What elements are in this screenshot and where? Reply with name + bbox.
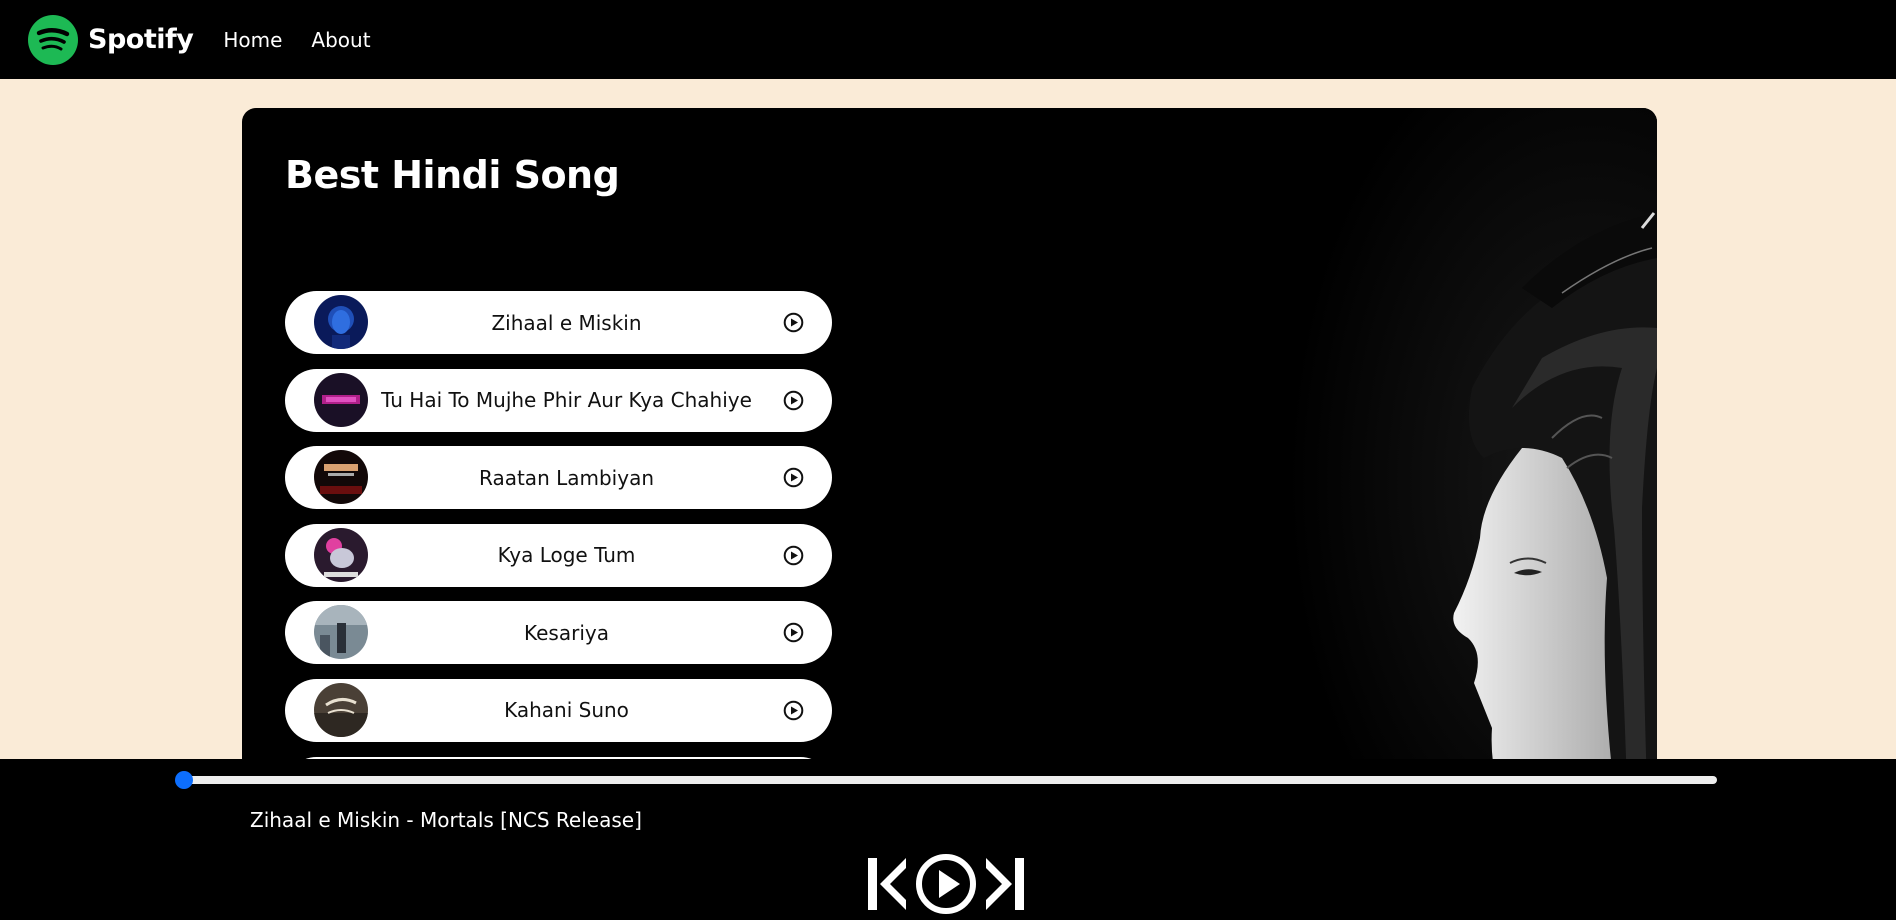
song-list: Zihaal e Miskin Tu Hai To Mujhe Phir Aur… [285,291,832,788]
album-cover [314,605,368,660]
now-playing-label: Zihaal e Miskin - Mortals [NCS Release] [250,808,642,832]
player-bar: Zihaal e Miskin - Mortals [NCS Release] [0,759,1896,920]
song-name: Tu Hai To Mujhe Phir Aur Kya Chahiye [381,388,752,413]
album-cover [314,527,368,582]
playlist-title: Best Hindi Song [285,153,620,197]
album-cover [314,450,368,505]
play-circle-icon[interactable] [783,622,804,643]
song-name: Kesariya [524,620,609,645]
spotify-logo-icon[interactable] [28,14,78,65]
song-item[interactable]: Kya Loge Tum [285,523,832,587]
brand-name[interactable]: Spotify [88,24,194,55]
playlist-container: Best Hindi Song Zihaal e Miskin Tu Hai T… [242,108,1657,788]
progress-slider[interactable] [175,771,1717,789]
song-item[interactable]: Zihaal e Miskin [285,291,832,354]
play-circle-icon[interactable] [783,312,804,333]
nav-link-home[interactable]: Home [223,28,282,52]
song-name: Zihaal e Miskin [491,310,642,335]
album-cover [314,372,368,427]
next-icon[interactable] [984,856,1026,912]
playback-controls [866,851,1032,917]
nav-link-about[interactable]: About [311,28,370,52]
background-portrait-image [1222,108,1657,788]
previous-icon[interactable] [866,856,908,912]
album-cover [314,682,368,737]
song-item[interactable]: Kesariya [285,601,832,665]
progress-thumb[interactable] [175,771,193,789]
play-circle-icon[interactable] [783,545,804,566]
play-circle-icon[interactable] [783,700,804,721]
play-circle-icon[interactable] [783,390,804,411]
song-name: Kya Loge Tum [497,543,636,568]
song-name: Raatan Lambiyan [479,465,654,490]
song-name: Kahani Suno [504,698,629,723]
play-circle-icon[interactable] [914,852,978,916]
navbar: Spotify Home About [0,0,1896,79]
song-item[interactable]: Tu Hai To Mujhe Phir Aur Kya Chahiye [285,368,832,432]
song-item[interactable]: Kahani Suno [285,678,832,742]
song-item[interactable]: Raatan Lambiyan [285,446,832,510]
album-cover [314,295,368,349]
play-circle-icon[interactable] [783,467,804,488]
